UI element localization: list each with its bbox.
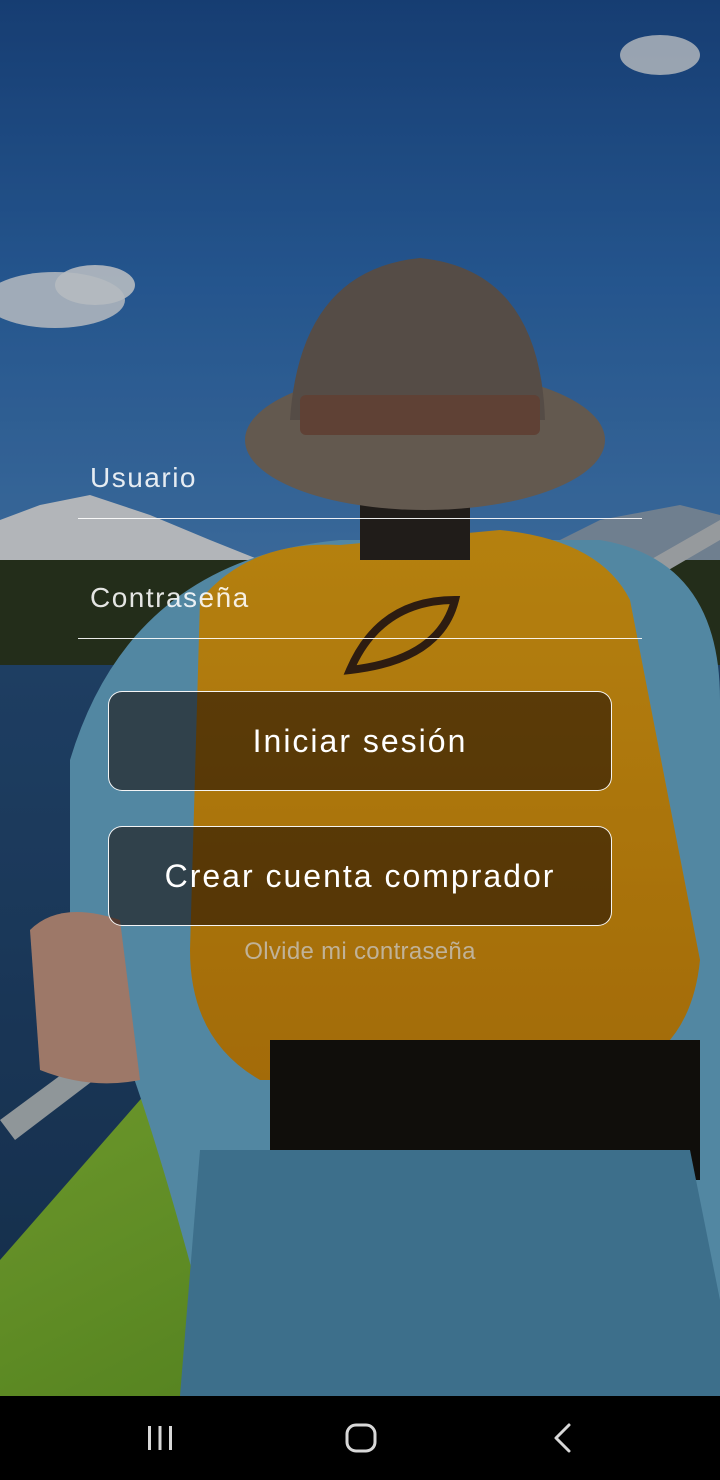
recents-icon [148,1426,172,1450]
forgot-password-link[interactable]: Olvide mi contraseña [0,938,720,966]
password-input[interactable] [90,578,630,618]
login-button[interactable]: Iniciar sesión [108,691,612,791]
back-icon [554,1423,571,1453]
home-button[interactable] [331,1414,391,1462]
recents-button[interactable] [130,1414,190,1462]
password-field [78,578,642,639]
create-buyer-account-button[interactable]: Crear cuenta comprador [108,826,612,926]
username-input[interactable] [90,458,630,498]
login-screen: Iniciar sesión Crear cuenta comprador Ol… [0,0,720,1480]
home-icon [345,1423,377,1453]
system-navigation-bar [0,1396,720,1480]
username-field [78,458,642,519]
back-button[interactable] [533,1414,593,1462]
